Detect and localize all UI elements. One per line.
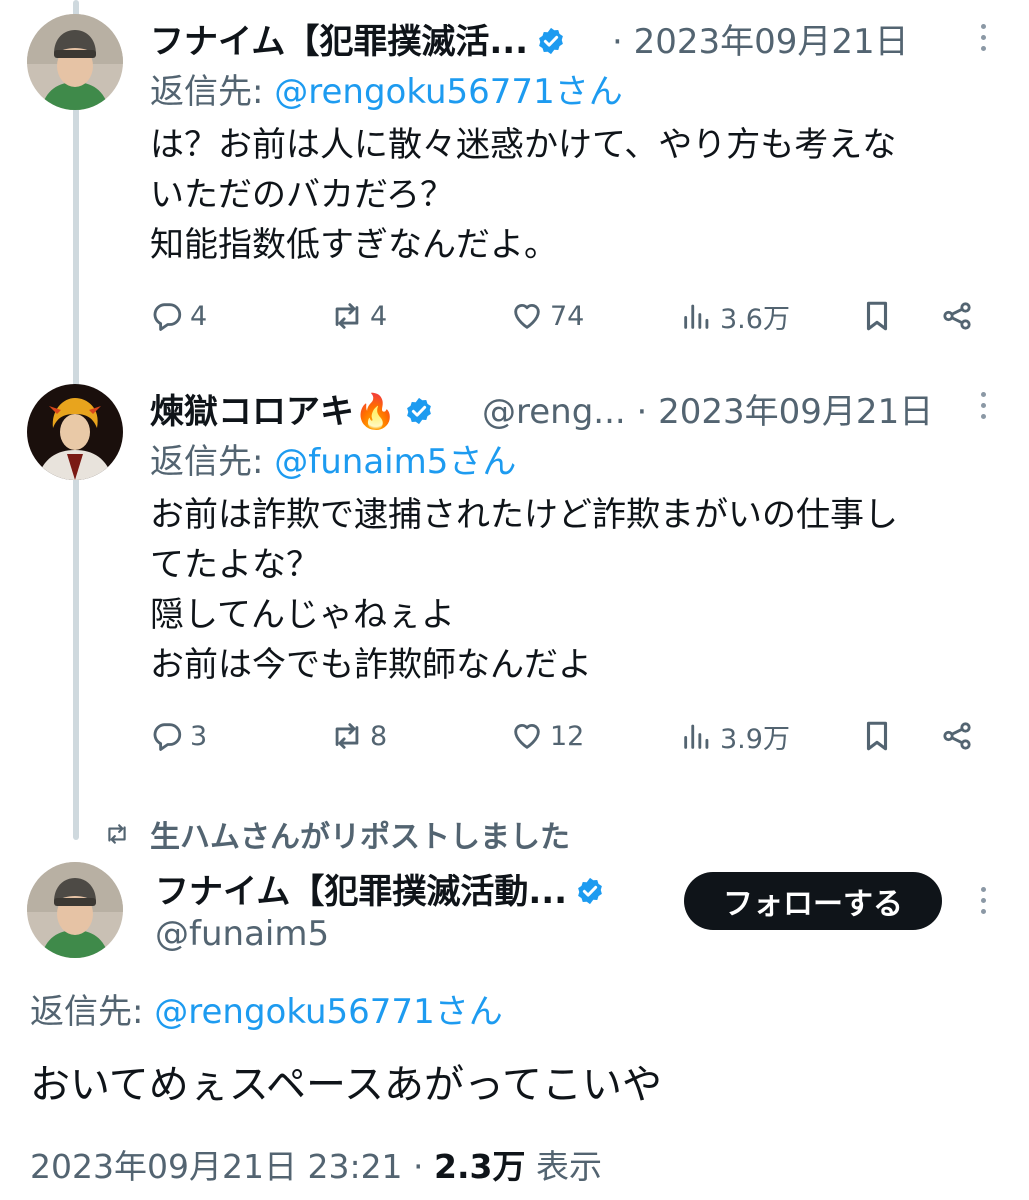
- views-icon: [680, 299, 714, 333]
- reply-button[interactable]: 3: [150, 714, 207, 758]
- reply-button[interactable]: 4: [150, 294, 207, 338]
- author-name-text[interactable]: フナイム【犯罪撲滅活動...: [155, 872, 567, 912]
- tweet-meta: · 2023年09月21日: [612, 14, 909, 63]
- bookmark-icon: [860, 719, 894, 753]
- reply-icon: [150, 299, 184, 333]
- reply-to-link[interactable]: @rengoku56771さん: [154, 992, 502, 1032]
- like-count: 12: [550, 720, 585, 752]
- more-icon[interactable]: [978, 887, 988, 920]
- tweet-date[interactable]: 2023年09月21日: [658, 392, 933, 432]
- reply-count: 4: [190, 300, 208, 332]
- author-handle[interactable]: @reng...: [482, 392, 626, 432]
- bookmark-button[interactable]: [860, 294, 894, 338]
- repost-notice: 生ハムさんがリポストしました: [104, 812, 570, 856]
- verified-badge-icon: [536, 26, 566, 56]
- avatar[interactable]: [27, 14, 123, 110]
- views-count: 2.3万: [434, 1147, 526, 1186]
- reply-to-line: 返信先: @funaim5さん: [150, 434, 516, 483]
- like-count: 74: [550, 300, 585, 332]
- retweet-icon: [330, 719, 364, 753]
- follow-button[interactable]: フォローする: [684, 872, 942, 930]
- retweet-button[interactable]: 8: [330, 714, 387, 758]
- views-icon: [680, 719, 714, 753]
- share-icon: [940, 299, 974, 333]
- reply-to-prefix: 返信先:: [30, 992, 155, 1032]
- reply-icon: [150, 719, 184, 753]
- bookmark-icon: [860, 299, 894, 333]
- tweet-author-name[interactable]: フナイム【犯罪撲滅活動...: [155, 864, 605, 913]
- tweet-action-bar: 3 8 12 3.9万: [150, 714, 990, 758]
- reply-to-line: 返信先: @rengoku56771さん: [30, 984, 503, 1033]
- bookmark-button[interactable]: [860, 714, 894, 758]
- tweet-author-name[interactable]: フナイム【犯罪撲滅活...: [150, 14, 566, 63]
- retweet-button[interactable]: 4: [330, 294, 387, 338]
- more-icon[interactable]: [978, 392, 988, 425]
- views-label: 表示: [525, 1147, 603, 1186]
- like-icon: [510, 299, 544, 333]
- like-button[interactable]: 74: [510, 294, 584, 338]
- reply-count: 3: [190, 720, 208, 752]
- reply-to-prefix: 返信先:: [150, 72, 275, 112]
- more-icon[interactable]: [978, 24, 988, 57]
- views-count: 3.9万: [720, 723, 790, 755]
- retweet-count: 8: [370, 720, 388, 752]
- avatar[interactable]: [27, 384, 123, 480]
- author-handle[interactable]: @funaim5: [155, 914, 329, 954]
- tweet-meta: @reng... · 2023年09月21日: [482, 384, 933, 433]
- tweet-author-name[interactable]: 煉獄コロアキ🔥: [150, 384, 434, 433]
- share-button[interactable]: [940, 294, 974, 338]
- tweet-timestamp[interactable]: 2023年09月21日 23:21: [30, 1147, 403, 1186]
- tweet-action-bar: 4 4 74 3.6万: [150, 294, 990, 338]
- retweet-icon: [104, 821, 130, 847]
- main-tweet-meta: 2023年09月21日 23:21 · 2.3万 表示: [30, 1140, 602, 1188]
- meta-dot: ·: [636, 392, 648, 432]
- views-count: 3.6万: [720, 303, 790, 335]
- avatar[interactable]: [27, 862, 123, 958]
- reply-to-link[interactable]: @rengoku56771さん: [274, 72, 622, 112]
- author-name-text[interactable]: フナイム【犯罪撲滅活...: [150, 22, 528, 62]
- tweet-text: お前は詐欺で逮捕されたけど詐欺まがいの仕事し てたよな？ 隠してんじゃねぇよ お…: [150, 495, 898, 685]
- verified-badge-icon: [404, 396, 434, 426]
- share-icon: [940, 719, 974, 753]
- views-button[interactable]: 3.9万: [680, 714, 790, 758]
- meta-dot: ·: [612, 22, 623, 62]
- retweet-count: 4: [370, 300, 388, 332]
- reply-to-prefix: 返信先:: [150, 442, 275, 482]
- verified-badge-icon: [575, 876, 605, 906]
- tweet-date[interactable]: 2023年09月21日: [634, 22, 909, 62]
- author-name-text[interactable]: 煉獄コロアキ🔥: [150, 392, 396, 432]
- meta-dot: ·: [402, 1147, 435, 1186]
- reply-to-line: 返信先: @rengoku56771さん: [150, 64, 623, 113]
- main-tweet-text: おいてめぇスペースあがってこいや: [30, 1062, 662, 1108]
- repost-notice-text[interactable]: 生ハムさんがリポストしました: [150, 812, 570, 856]
- like-icon: [510, 719, 544, 753]
- reply-to-link[interactable]: @funaim5さん: [274, 442, 516, 482]
- share-button[interactable]: [940, 714, 974, 758]
- retweet-icon: [330, 299, 364, 333]
- tweet-text: は？お前は人に散々迷惑かけて、やり方も考えな いただのバカだろ？ 知能指数低すぎ…: [150, 125, 897, 265]
- like-button[interactable]: 12: [510, 714, 584, 758]
- views-button[interactable]: 3.6万: [680, 294, 790, 338]
